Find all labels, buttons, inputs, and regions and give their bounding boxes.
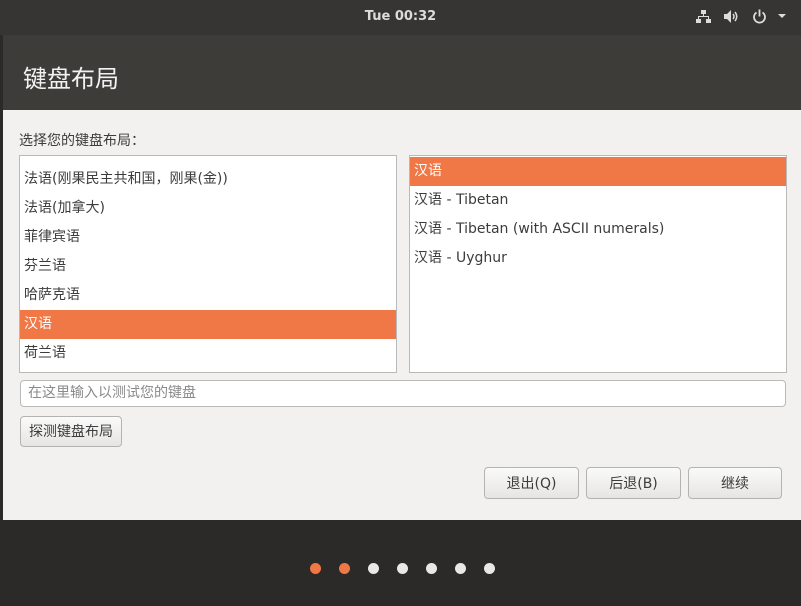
- progress-dot-2: [339, 563, 350, 574]
- top-panel: Tue 00:32: [0, 0, 801, 35]
- chevron-down-icon[interactable]: [777, 12, 787, 20]
- list-item[interactable]: 法语(加拿大): [20, 194, 396, 223]
- power-icon[interactable]: [752, 9, 767, 24]
- list-item[interactable]: 汉语 - Tibetan: [410, 186, 786, 215]
- continue-button[interactable]: 继续: [688, 467, 782, 499]
- layout-list[interactable]: 阿语 法语(刚果民主共和国，刚果(金)) 法语(加拿大) 菲律宾语 芬兰语 哈萨…: [19, 155, 397, 373]
- layout-prompt-label: 选择您的键盘布局：: [19, 133, 145, 149]
- progress-dot-1: [310, 563, 321, 574]
- keyboard-test-input[interactable]: 在这里输入以测试您的键盘: [20, 380, 786, 407]
- detect-layout-button[interactable]: 探测键盘布局: [20, 416, 122, 447]
- window-header: 键盘布局: [3, 35, 801, 110]
- list-item[interactable]: 法语(刚果民主共和国，刚果(金)): [20, 165, 396, 194]
- volume-icon[interactable]: [723, 9, 740, 24]
- main-content: 选择您的键盘布局： 阿语 法语(刚果民主共和国，刚果(金)) 法语(加拿大) 菲…: [3, 110, 801, 520]
- list-item[interactable]: 阿语: [20, 156, 396, 163]
- variant-list[interactable]: 汉语 汉语 - Tibetan 汉语 - Tibetan (with ASCII…: [409, 155, 787, 373]
- list-item[interactable]: 哈萨克语: [20, 281, 396, 310]
- progress-dot-7: [484, 563, 495, 574]
- quit-button[interactable]: 退出(Q): [484, 467, 579, 499]
- list-item[interactable]: 汉语 - Uyghur: [410, 244, 786, 273]
- list-item[interactable]: 芬兰语: [20, 252, 396, 281]
- back-button[interactable]: 后退(B): [586, 467, 681, 499]
- page-title: 键盘布局: [23, 65, 119, 93]
- progress-dot-4: [397, 563, 408, 574]
- list-item[interactable]: 荷兰语: [20, 339, 396, 368]
- list-item-selected[interactable]: 汉语: [20, 310, 396, 339]
- list-item[interactable]: 菲律宾语: [20, 223, 396, 252]
- progress-dot-6: [455, 563, 466, 574]
- network-icon[interactable]: [696, 9, 711, 24]
- progress-dot-5: [426, 563, 437, 574]
- list-item[interactable]: 汉语 - Tibetan (with ASCII numerals): [410, 215, 786, 244]
- progress-dot-3: [368, 563, 379, 574]
- list-item-selected[interactable]: 汉语: [410, 157, 786, 186]
- clock[interactable]: Tue 00:32: [0, 9, 801, 24]
